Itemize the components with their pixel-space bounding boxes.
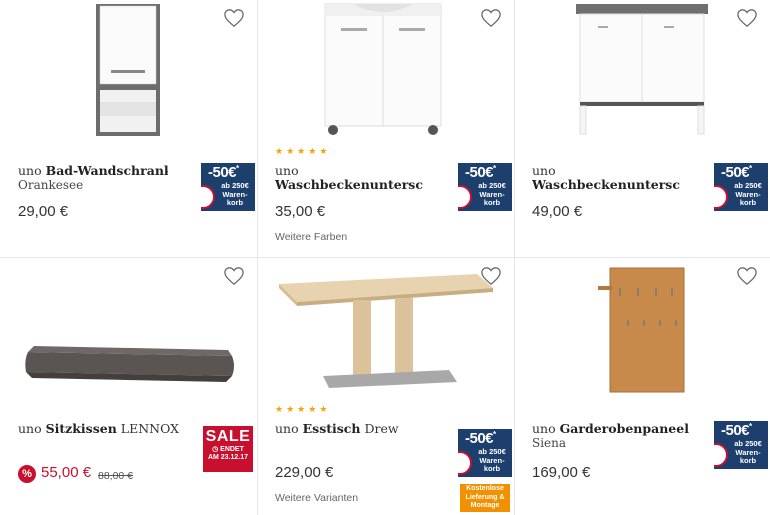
rating-stars: ★ ★ ★ ★ ★ <box>275 147 327 156</box>
product-image[interactable] <box>598 266 688 396</box>
wishlist-heart-icon[interactable] <box>736 8 758 28</box>
discount-amount: -50€ <box>465 164 494 181</box>
product-image[interactable] <box>572 2 712 136</box>
product-image[interactable] <box>319 2 447 136</box>
wishlist-heart-icon[interactable] <box>736 266 758 286</box>
discount-condition: ab 250€ Waren-korb <box>221 181 249 207</box>
product-title[interactable]: uno Sitzkissen LENNOX <box>18 421 179 436</box>
product-name: Garderobenpaneel <box>559 421 689 436</box>
discount-amount: -50€ <box>721 164 750 181</box>
discount-asterisk: * <box>493 430 496 439</box>
discount-amount: -50€ <box>208 164 237 181</box>
discount-asterisk: * <box>749 164 752 173</box>
product-card-garderobenpaneel[interactable]: uno Garderobenpaneel Siena 169,00 € -50€… <box>514 258 770 515</box>
product-price: 49,00 € <box>532 203 583 220</box>
product-price: 29,00 € <box>18 203 69 220</box>
gauge-icon <box>201 185 215 209</box>
brand-name: uno <box>18 163 42 178</box>
product-name: Sitzkissen <box>45 421 117 436</box>
product-name[interactable]: Waschbeckenunterschra <box>532 177 680 192</box>
product-subtitle: Siena <box>532 436 567 450</box>
product-grid: uno Bad-Wandschrank Orankesee 29,00 € -5… <box>0 0 770 515</box>
wishlist-heart-icon[interactable] <box>480 266 502 286</box>
product-variant: LENNOX <box>120 421 180 436</box>
sale-badge: SALE ◷ ENDET AM 23.12.17 <box>203 426 253 472</box>
product-card-waschbeckenunterschrank-1[interactable]: ★★★★★ uno Waschbeckenunterschra 35,00 € … <box>257 0 514 257</box>
star-icon: ★ <box>297 404 306 414</box>
star-icon: ★ <box>308 404 317 414</box>
product-variant: Drew <box>364 421 399 436</box>
star-icon: ★ <box>319 146 328 156</box>
product-subtitle: Orankesee <box>18 178 84 192</box>
product-card-esstisch[interactable]: ★ ★ ★ ★ ★ uno Esstisch Drew 229,00 € Weitere… <box>257 258 514 515</box>
sale-date: AM 23.12.17 <box>207 454 249 461</box>
discount-condition: ab 250€ Waren-korb <box>734 439 762 465</box>
brand-name: uno <box>532 163 556 178</box>
star-icon: ★ <box>275 404 284 414</box>
product-card-sitzkissen[interactable]: uno Sitzkissen LENNOX % 55,00 € 88,00 € … <box>0 258 257 515</box>
product-image[interactable] <box>20 346 238 386</box>
discount-condition: ab 250€ Waren-korb <box>478 447 506 473</box>
product-title[interactable]: uno Esstisch Drew <box>275 421 399 436</box>
product-image[interactable] <box>94 2 164 138</box>
discount-amount: -50€ <box>721 422 750 439</box>
rating-stars: ★ ★ ★ ★ ★ <box>275 405 327 414</box>
more-variants-link[interactable]: Weitere Varianten <box>275 492 358 504</box>
product-price: 35,00 € <box>275 203 326 220</box>
discount-badge: -50€* ab 250€ Waren-korb <box>458 163 512 211</box>
gauge-icon <box>458 451 472 475</box>
product-price: 169,00 € <box>532 464 591 481</box>
sale-price: 55,00 € <box>41 464 92 481</box>
star-icon: ★ <box>319 404 328 414</box>
discount-amount: -50€ <box>465 430 494 447</box>
brand-name: uno <box>18 421 42 436</box>
discount-asterisk: * <box>493 164 496 173</box>
row-divider <box>0 257 770 258</box>
gauge-icon <box>714 185 728 209</box>
brand-name: uno <box>532 421 556 436</box>
more-colors-link[interactable]: Weitere Farben <box>275 231 347 243</box>
star-icon: ★ <box>275 146 284 156</box>
product-title[interactable]: uno Bad-Wandschrank <box>18 163 168 178</box>
star-icon: ★ <box>286 404 295 414</box>
percent-icon: % <box>18 465 36 483</box>
discount-badge: -50€* ab 250€ Waren-korb <box>714 421 768 469</box>
discount-asterisk: * <box>749 422 752 431</box>
discount-badge: -50€* ab 250€ Waren-korb <box>201 163 255 211</box>
brand-name: uno <box>275 421 299 436</box>
product-price: 229,00 € <box>275 464 334 481</box>
clock-icon: ◷ <box>212 446 219 453</box>
gauge-icon <box>714 443 728 467</box>
gauge-icon <box>458 185 472 209</box>
product-card-bad-wandschrank[interactable]: uno Bad-Wandschrank Orankesee 29,00 € -5… <box>0 0 257 257</box>
wishlist-heart-icon[interactable] <box>480 8 502 28</box>
discount-asterisk: * <box>236 164 239 173</box>
brand-name: uno <box>275 163 299 178</box>
product-name: Esstisch <box>302 421 361 436</box>
discount-badge: -50€* ab 250€ Waren-korb <box>458 429 512 477</box>
star-icon: ★ <box>297 146 306 156</box>
star-icon: ★ <box>286 146 295 156</box>
wishlist-heart-icon[interactable] <box>223 8 245 28</box>
product-name: Bad-Wandschrank <box>45 163 168 178</box>
discount-condition: ab 250€ Waren-korb <box>478 181 506 207</box>
product-card-waschbeckenunterschrank-2[interactable]: uno Waschbeckenunterschra 49,00 € -50€* … <box>514 0 770 257</box>
product-title[interactable]: uno Garderobenpaneel <box>532 421 689 436</box>
free-delivery-badge: Kostenlose Lieferung & Montage <box>460 484 510 512</box>
sale-label: SALE <box>205 428 251 445</box>
sale-ends: ENDET <box>220 446 244 453</box>
old-price: 88,00 € <box>98 470 134 482</box>
wishlist-heart-icon[interactable] <box>223 266 245 286</box>
product-name[interactable]: Waschbeckenunterschra <box>275 177 423 192</box>
star-icon: ★ <box>308 146 317 156</box>
product-image[interactable] <box>277 270 497 394</box>
discount-badge: -50€* ab 250€ Waren-korb <box>714 163 768 211</box>
discount-condition: ab 250€ Waren-korb <box>734 181 762 207</box>
